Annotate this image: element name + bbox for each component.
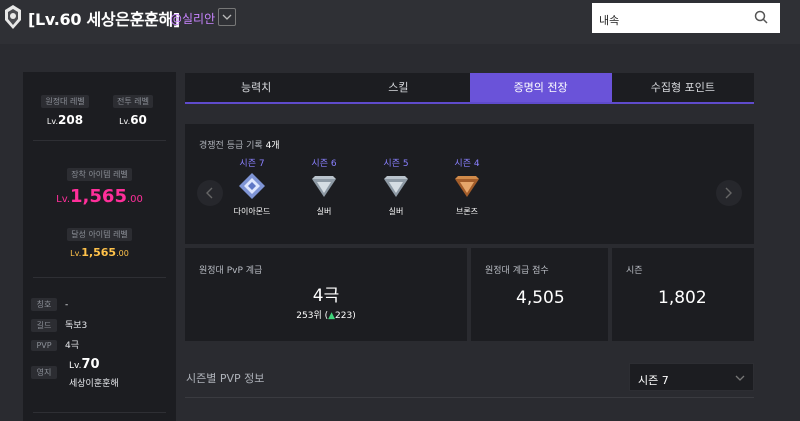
lv-prefix: Lv. [46, 117, 59, 126]
tab-skills[interactable]: 스킬 [327, 73, 469, 102]
level-decimal: .00 [116, 249, 129, 258]
combat-level-label: 전투 레벨 [113, 95, 153, 108]
rank-change: 223 [335, 311, 353, 321]
pvp-score-label: 원정대 계급 점수 [485, 266, 549, 276]
divider [33, 140, 166, 141]
pvp-score-card: 원정대 계급 점수 4,505 [471, 248, 608, 341]
search-input[interactable]: 내속 [592, 3, 780, 33]
server-handle[interactable]: @실리안 [170, 10, 215, 27]
pvp-row: PVP 4극 [31, 338, 79, 351]
season-pvp-table-top [185, 397, 754, 421]
equipped-item-level-label: 장착 아이템 레벨 [67, 168, 132, 181]
next-season-button[interactable] [716, 180, 742, 206]
rank-close: ) [352, 311, 356, 321]
equipped-item-level-value: 1,565 [70, 186, 127, 207]
rank-history-panel: 경쟁전 등급 기록 4개 시즌 7 다이아몬드 시즌 6 실버 시즌 5 실버 … [185, 124, 754, 244]
estate-level: Lv.70 [69, 357, 100, 372]
chevron-down-icon [222, 14, 232, 20]
pvp-grade-value: 4극 [312, 286, 340, 306]
character-title: [Lv.60 세상은훈훈해] [28, 10, 180, 29]
expedition-level-label: 원정대 레벨 [41, 95, 89, 108]
lv-prefix: Lv. [69, 361, 82, 371]
season-pvp-title: 시즌별 PVP 정보 [186, 372, 265, 385]
title-row: 칭호 - [31, 298, 68, 311]
arrow-up-icon: ▲ [328, 311, 336, 321]
season-select-value: 시즌 7 [638, 374, 669, 387]
pvp-grade-label: 원정대 PvP 계급 [199, 266, 263, 276]
tab-collectibles[interactable]: 수집형 포인트 [612, 73, 754, 102]
rank-position: 253위 ( [296, 311, 329, 321]
level-decimal: .00 [126, 194, 143, 205]
class-emblem-icon [3, 4, 23, 30]
profile-sidebar: 원정대 레벨 Lv.208 전투 레벨 Lv.60 장착 아이템 레벨 Lv.1… [23, 72, 176, 421]
rank-name: 실버 [316, 207, 332, 216]
chevron-left-icon [206, 187, 213, 199]
pvp-grade-card: 원정대 PvP 계급 4극 253위 (▲223) [185, 248, 467, 341]
season-record[interactable]: 시즌 6 실버 [294, 156, 354, 217]
season-record[interactable]: 시즌 7 다이아몬드 [222, 156, 282, 217]
equipped-item-level: 장착 아이템 레벨 Lv.1,565.00 [23, 168, 176, 207]
bronze-rank-icon [455, 176, 479, 197]
divider [33, 412, 166, 413]
title-label: 칭호 [31, 298, 57, 311]
combat-level: 전투 레벨 Lv.60 [103, 95, 163, 127]
pvp-label: PVP [31, 340, 57, 351]
rank-history-label: 경쟁전 등급 기록 [199, 141, 263, 151]
divider [33, 277, 166, 278]
guild-row: 길드 독보3 [31, 318, 87, 332]
expedition-level-value: 208 [58, 113, 84, 127]
season-record[interactable]: 시즌 4 브론즈 [437, 156, 497, 217]
search-input-value: 내속 [599, 14, 620, 27]
estate-label: 영지 [31, 366, 57, 379]
prev-season-button[interactable] [197, 180, 223, 206]
lv-prefix: Lv. [56, 194, 71, 205]
season-score-label: 시즌 [626, 266, 643, 276]
season-score-value: 1,802 [658, 288, 707, 308]
rank-history-title: 경쟁전 등급 기록 4개 [199, 138, 280, 151]
achieved-item-level-label: 달성 아이템 레벨 [67, 228, 132, 241]
tab-bar: 능력치 스킬 증명의 전장 수집형 포인트 [185, 73, 754, 104]
pvp-score-value: 4,505 [516, 288, 565, 308]
season-select[interactable]: 시즌 7 [629, 363, 754, 391]
season-label: 시즌 6 [311, 159, 337, 169]
achieved-item-level-value: 1,565 [81, 246, 117, 259]
rank-name: 다이아몬드 [233, 207, 271, 216]
estate-name: 세상이훈훈해 [69, 379, 119, 389]
chevron-right-icon [725, 187, 732, 199]
rank-history-count: 4개 [265, 141, 280, 151]
search-icon[interactable] [754, 10, 768, 24]
lv-prefix: Lv. [119, 117, 131, 126]
diamond-rank-icon [239, 173, 265, 199]
season-label: 시즌 7 [239, 159, 265, 169]
achieved-item-level: 달성 아이템 레벨 Lv.1,565.00 [23, 228, 176, 259]
tab-stats[interactable]: 능력치 [185, 73, 327, 102]
season-label: 시즌 4 [454, 159, 480, 169]
silver-rank-icon [312, 176, 336, 197]
rank-name: 실버 [388, 207, 404, 216]
guild-label: 길드 [31, 319, 57, 332]
lv-prefix: Lv. [70, 249, 82, 258]
combat-level-value: 60 [130, 113, 147, 127]
estate-level-value: 70 [81, 357, 100, 372]
top-bar: [Lv.60 세상은훈훈해] @실리안 내속 [0, 0, 800, 44]
season-score-card: 시즌 1,802 [612, 248, 754, 341]
chevron-down-icon [735, 375, 745, 381]
season-record[interactable]: 시즌 5 실버 [366, 156, 426, 217]
guild-value[interactable]: 독보3 [65, 321, 87, 331]
tab-proving-grounds[interactable]: 증명의 전장 [469, 73, 612, 102]
title-value: - [65, 300, 69, 310]
character-dropdown-button[interactable] [218, 8, 236, 26]
estate-row: 영지 [31, 366, 65, 379]
rank-name: 브론즈 [455, 207, 479, 216]
season-label: 시즌 5 [383, 159, 409, 169]
silver-rank-icon [384, 176, 408, 197]
pvp-value: 4극 [65, 341, 80, 351]
expedition-level: 원정대 레벨 Lv.208 [35, 95, 95, 127]
pvp-rank: 253위 (▲223) [185, 308, 467, 321]
